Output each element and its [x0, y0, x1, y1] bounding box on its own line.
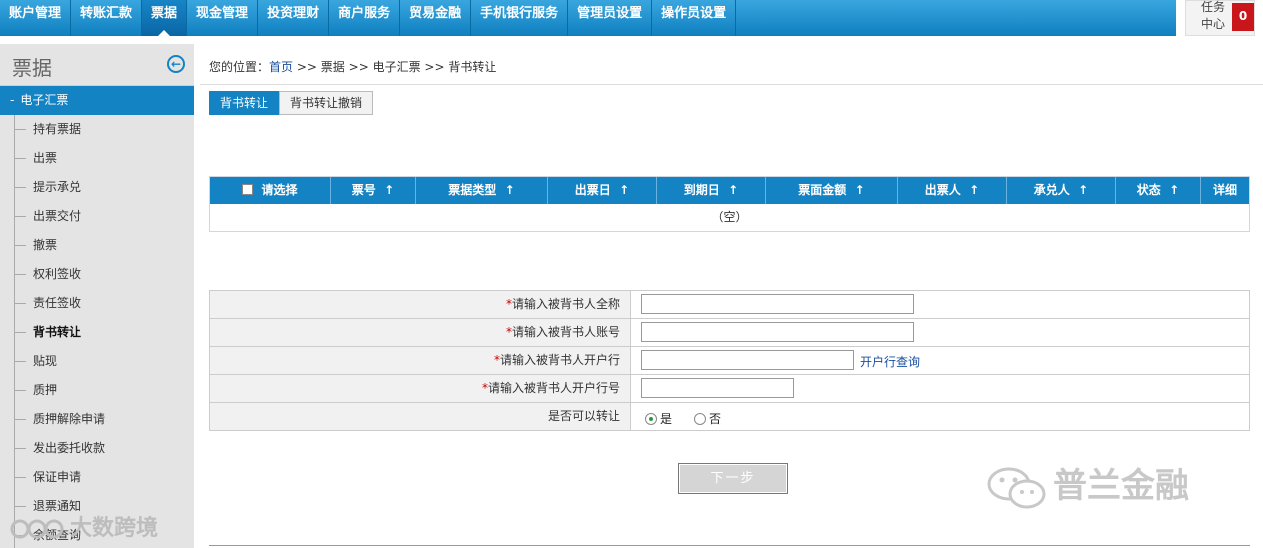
tab-bar: 背书转让 背书转让撤销 — [209, 91, 374, 115]
sidebar-group-label: 电子汇票 — [20, 93, 69, 107]
tab-endorse-cancel[interactable]: 背书转让撤销 — [279, 91, 374, 115]
breadcrumb-sep: >> — [424, 60, 445, 74]
sidebar-item-revoke[interactable]: 撤票 — [0, 231, 194, 260]
bank-lookup-link[interactable]: 开户行查询 — [860, 353, 920, 370]
nav-item-operator[interactable]: 操作员设置 — [652, 0, 737, 36]
watermark-right: 普兰金融 — [985, 458, 1189, 510]
radio-no-dot[interactable] — [694, 412, 706, 425]
nav-item-mobile[interactable]: 手机银行服务 — [471, 0, 569, 36]
form-row-account: *请输入被背书人账号 — [210, 319, 1249, 347]
form-row-bank-no: *请输入被背书人开户行号 — [210, 375, 1249, 403]
task-count-badge: 0 — [1232, 3, 1254, 31]
select-all-header[interactable]: 请选择 — [210, 177, 331, 204]
sidebar-group-ebill[interactable]: - 电子汇票 — [0, 86, 194, 115]
sidebar-item-acceptance[interactable]: 提示承兑 — [0, 173, 194, 202]
endorsee-name-input[interactable] — [641, 294, 914, 314]
sidebar: 票据 ← - 电子汇票 持有票据 出票 提示承兑 出票交付 撤票 权利签收 责任签… — [0, 44, 194, 548]
form-row-bank: *请输入被背书人开户行 开户行查询 — [210, 347, 1249, 375]
bank-no-label: *请输入被背书人开户行号 — [210, 375, 631, 402]
sidebar-item-duty-sign[interactable]: 责任签收 — [0, 289, 194, 318]
task-center[interactable]: 任务中心 0 — [1185, 0, 1255, 36]
task-center-label: 任务中心 — [1200, 0, 1225, 31]
divider — [209, 545, 1250, 546]
top-bar: 账户管理 转账汇款 票据 现金管理 投资理财 商户服务 贸易金融 手机银行服务 … — [0, 0, 1263, 38]
breadcrumb-sep: >> — [296, 60, 317, 74]
wechat-icon — [987, 467, 1046, 508]
radio-yes-dot[interactable] — [645, 412, 657, 425]
sidebar-item-return-notice[interactable]: 退票通知 — [0, 492, 194, 521]
sidebar-item-guarantee[interactable]: 保证申请 — [0, 463, 194, 492]
nav-item-account[interactable]: 账户管理 — [0, 0, 72, 36]
breadcrumb-level1: 票据 — [320, 60, 345, 74]
sidebar-item-discount[interactable]: 贴现 — [0, 347, 194, 376]
collapse-icon[interactable]: ← — [167, 55, 185, 73]
nav-item-cash[interactable]: 现金管理 — [187, 0, 259, 36]
breadcrumb-level2: 电子汇票 — [372, 60, 421, 74]
endorsee-bank-input[interactable] — [641, 350, 854, 370]
sidebar-item-delivery[interactable]: 出票交付 — [0, 202, 194, 231]
nav-item-bills[interactable]: 票据 — [142, 0, 188, 36]
form-row-transferable: 是否可以转让 是 否 — [210, 403, 1249, 431]
sidebar-item-right-sign[interactable]: 权利签收 — [0, 260, 194, 289]
select-all-checkbox[interactable] — [242, 184, 254, 195]
sidebar-item-pledge-release[interactable]: 质押解除申请 — [0, 405, 194, 434]
nav-item-trade[interactable]: 贸易金融 — [400, 0, 472, 36]
sidebar-item-balance[interactable]: 余额查询 — [0, 521, 194, 548]
col-due-date[interactable]: 到期日 ↑ — [657, 177, 766, 204]
bank-label: *请输入被背书人开户行 — [210, 347, 631, 374]
name-label: *请输入被背书人全称 — [210, 291, 631, 318]
sidebar-item-held-bills[interactable]: 持有票据 — [0, 115, 194, 144]
radio-yes[interactable]: 是 — [645, 410, 672, 427]
account-label: *请输入被背书人账号 — [210, 319, 631, 346]
form-row-name: *请输入被背书人全称 — [210, 291, 1249, 319]
table-empty-row: （空） — [210, 204, 1249, 231]
nav-item-transfer[interactable]: 转账汇款 — [71, 0, 143, 36]
sidebar-item-endorse[interactable]: 背书转让 — [0, 318, 194, 347]
breadcrumb-level3: 背书转让 — [448, 60, 497, 74]
sidebar-item-issue[interactable]: 出票 — [0, 144, 194, 173]
col-status[interactable]: 状态 ↑ — [1116, 177, 1201, 204]
radio-no[interactable]: 否 — [694, 410, 721, 427]
main-nav: 账户管理 转账汇款 票据 现金管理 投资理财 商户服务 贸易金融 手机银行服务 … — [0, 0, 1176, 36]
sidebar-item-pledge[interactable]: 质押 — [0, 376, 194, 405]
next-step-button[interactable]: 下一步 — [678, 463, 788, 494]
endorse-form: *请输入被背书人全称 *请输入被背书人账号 *请输入被背书人开户行 开户行查询 … — [209, 290, 1250, 431]
sidebar-item-collection[interactable]: 发出委托收款 — [0, 434, 194, 463]
divider — [200, 84, 1263, 85]
col-detail: 详细 — [1212, 183, 1237, 197]
nav-item-merchant[interactable]: 商户服务 — [329, 0, 401, 36]
nav-item-investment[interactable]: 投资理财 — [258, 0, 330, 36]
breadcrumb-sep: >> — [348, 60, 369, 74]
table-header: 请选择 票号 ↑ 票据类型 ↑ 出票日 ↑ 到期日 ↑ 票面金额 ↑ 出票人 ↑… — [210, 177, 1249, 204]
endorsee-bank-no-input[interactable] — [641, 378, 794, 398]
col-bill-type[interactable]: 票据类型 ↑ — [416, 177, 548, 204]
breadcrumb-prefix: 您的位置： — [209, 60, 270, 74]
nav-item-admin[interactable]: 管理员设置 — [568, 0, 653, 36]
col-acceptor[interactable]: 承兑人 ↑ — [1007, 177, 1116, 204]
breadcrumb: 您的位置：首页 >> 票据 >> 电子汇票 >> 背书转让 — [209, 58, 496, 75]
breadcrumb-home-link[interactable]: 首页 — [269, 60, 293, 74]
bill-table: 请选择 票号 ↑ 票据类型 ↑ 出票日 ↑ 到期日 ↑ 票面金额 ↑ 出票人 ↑… — [209, 176, 1250, 232]
sidebar-title: 票据 — [12, 56, 52, 80]
col-amount[interactable]: 票面金额 ↑ — [766, 177, 898, 204]
col-bill-no[interactable]: 票号 ↑ — [331, 177, 416, 204]
tab-endorse[interactable]: 背书转让 — [209, 91, 280, 115]
transferable-label: 是否可以转让 — [210, 403, 631, 430]
sidebar-header: 票据 ← — [0, 44, 194, 86]
col-issue-date[interactable]: 出票日 ↑ — [548, 177, 657, 204]
endorsee-account-input[interactable] — [641, 322, 914, 342]
col-drawer[interactable]: 出票人 ↑ — [898, 177, 1007, 204]
